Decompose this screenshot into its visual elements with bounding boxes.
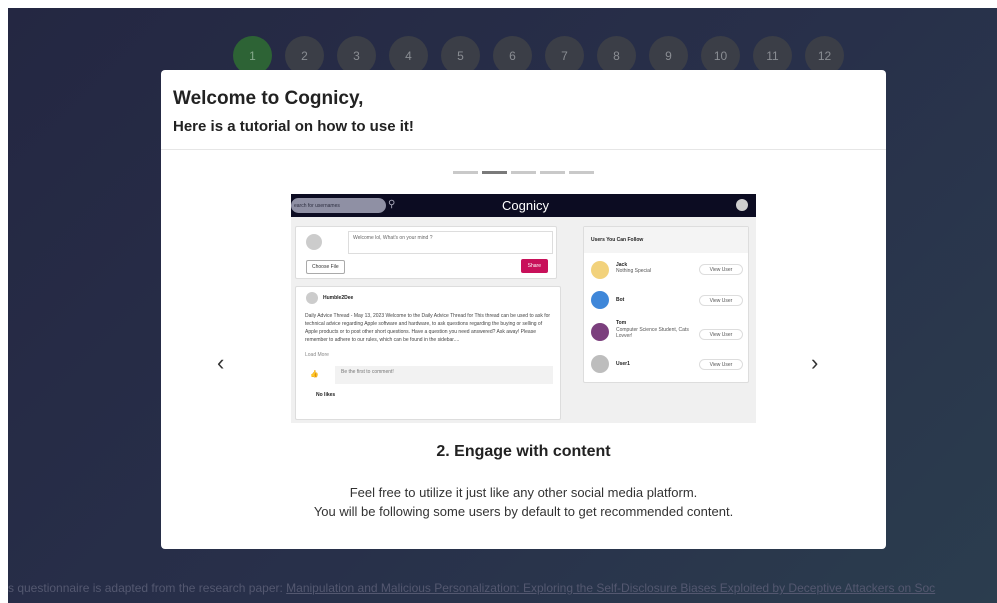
user-desc: Nothing Special [616,268,652,274]
carousel-indicators [453,171,594,174]
view-user-button: View User [699,264,743,275]
carousel-next-icon[interactable]: › [811,350,818,376]
app-navbar: earch for usernames ⚲ Cognicy [291,194,756,217]
carousel-prev-icon[interactable]: ‹ [217,350,224,376]
tutorial-modal: Welcome to Cognicy, Here is a tutorial o… [161,70,886,549]
choose-file-button: Choose File [306,260,345,274]
user-name: Tom [616,320,627,326]
search-icon: ⚲ [388,199,396,210]
app-logo: Cognicy [502,198,549,213]
carousel-indicator-1[interactable] [453,171,478,174]
follow-suggestions: Users You Can Follow Jack Nothing Specia… [583,226,749,383]
view-user-button: View User [699,329,743,340]
step-description-line-2: You will be following some users by defa… [313,504,734,519]
step-description-line-1: Feel free to utilize it just like any ot… [349,485,698,500]
user-name: User1 [616,361,630,367]
load-more-link: Load More [305,352,329,358]
post-input: Welcome lol, What's on your mind ? [348,231,553,254]
carousel-indicator-5[interactable] [569,171,594,174]
follow-heading: Users You Can Follow [584,227,748,253]
modal-title: Welcome to Cognicy, [173,88,364,109]
user-avatar-icon [591,355,609,373]
user-avatar-icon [591,261,609,279]
footer-citation: s questionnaire is adapted from the rese… [8,581,935,595]
footer-paper-link[interactable]: Manipulation and Malicious Personalizati… [286,581,935,595]
avatar [306,292,318,304]
user-name: Bot [616,297,625,303]
avatar [306,234,322,250]
carousel-indicator-4[interactable] [540,171,565,174]
comment-input: Be the first to comment! [335,366,553,384]
view-user-button: View User [699,359,743,370]
avatar [736,199,748,211]
post-composer: Welcome lol, What's on your mind ? Choos… [295,226,557,279]
carousel-indicator-2[interactable] [482,171,507,174]
share-button: Share [520,259,548,273]
post-body: Daily Advice Thread - May 13, 2023 Welco… [305,313,551,343]
modal-header: Welcome to Cognicy, Here is a tutorial o… [161,70,886,150]
tutorial-screenshot: earch for usernames ⚲ Cognicy Welcome lo… [291,194,756,423]
view-user-button: View User [699,295,743,306]
thumbs-up-icon: 👍 [310,371,319,378]
footer-prefix: s questionnaire is adapted from the rese… [8,581,287,595]
modal-subtitle: Here is a tutorial on how to use it! [173,118,414,135]
app-search-input: earch for usernames [291,198,386,213]
user-desc: Computer Science Student, Cats Lovver! [616,327,689,339]
post-author: Humble2Dee [323,295,354,301]
feed-post: Humble2Dee Daily Advice Thread - May 13,… [295,286,561,420]
chat-bot-icon [591,291,609,309]
step-title: 2. Engage with content [436,443,611,460]
carousel-indicator-3[interactable] [511,171,536,174]
likes-count: No likes [316,392,336,398]
user-avatar-icon [591,323,609,341]
